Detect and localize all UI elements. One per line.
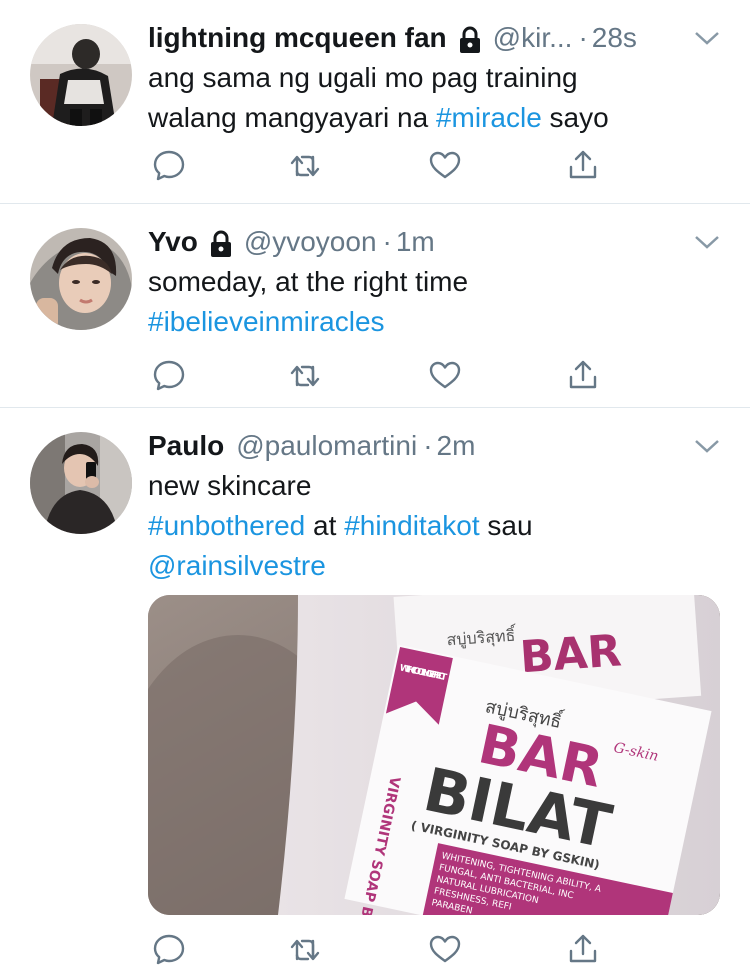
mention-link[interactable]: @rainsilvestre <box>148 550 326 581</box>
tweet-header: Paulo @paulomartini · 2m <box>148 426 720 466</box>
text-segment: sau <box>479 510 533 541</box>
reply-icon[interactable] <box>152 932 186 966</box>
text-line: @rainsilvestre <box>148 546 720 586</box>
caret-down-icon[interactable] <box>694 438 720 454</box>
timestamp[interactable]: 2m <box>437 430 476 462</box>
caret-down-icon[interactable] <box>694 234 720 250</box>
like-icon[interactable] <box>428 148 462 182</box>
retweet-icon[interactable] <box>288 358 322 392</box>
text-segment: new skincare <box>148 470 312 501</box>
share-icon[interactable] <box>566 932 600 966</box>
display-name[interactable]: Yvo <box>148 226 198 258</box>
tweet-header: lightning mcqueen fan @kir... · 28s <box>148 18 720 58</box>
action-bar <box>148 358 720 398</box>
media-image[interactable]: สบู่บริสุทธิ์ BAR WITH COOLING EFFECT สบ… <box>148 595 720 915</box>
hashtag-link[interactable]: #hinditakot <box>344 510 479 541</box>
text-segment: someday, at the right time <box>148 266 469 297</box>
text-line: #ibelieveinmiracles <box>148 302 720 342</box>
text-line: #unbothered at #hinditakot sau <box>148 506 720 546</box>
like-icon[interactable] <box>428 932 462 966</box>
separator-dot: · <box>578 22 588 53</box>
text-line: someday, at the right time <box>148 262 720 302</box>
tweet[interactable]: Paulo @paulomartini · 2m new skincare #u… <box>0 408 750 972</box>
tweet-text: someday, at the right time #ibelieveinmi… <box>148 262 720 342</box>
hashtag-link[interactable]: #unbothered <box>148 510 305 541</box>
reply-icon[interactable] <box>152 148 186 182</box>
handle[interactable]: @kir... <box>493 22 573 54</box>
share-icon[interactable] <box>566 148 600 182</box>
action-bar <box>148 932 720 972</box>
hashtag-link[interactable]: #miracle <box>436 102 542 133</box>
tweet-header: Yvo @yvoyoon · 1m <box>148 222 720 262</box>
tweet-text: ang sama ng ugali mo pag training walang… <box>148 58 720 138</box>
caret-down-icon[interactable] <box>694 30 720 46</box>
lock-icon <box>457 26 483 54</box>
share-icon[interactable] <box>566 358 600 392</box>
timestamp[interactable]: 28s <box>592 22 637 54</box>
retweet-icon[interactable] <box>288 148 322 182</box>
avatar[interactable] <box>30 228 132 330</box>
text-segment: walang mangyayari na <box>148 102 436 133</box>
text-line: walang mangyayari na #miracle sayo <box>148 98 720 138</box>
tweet-text: new skincare #unbothered at #hinditakot … <box>148 466 720 586</box>
tweet[interactable]: Yvo @yvoyoon · 1m someday, at the right … <box>0 204 750 408</box>
separator-dot: · <box>423 430 433 461</box>
retweet-icon[interactable] <box>288 932 322 966</box>
handle[interactable]: @yvoyoon <box>244 226 377 258</box>
text-line: new skincare <box>148 466 720 506</box>
text-segment: at <box>305 510 345 541</box>
timestamp[interactable]: 1m <box>396 226 435 258</box>
text-line: ang sama ng ugali mo pag training <box>148 58 720 98</box>
hashtag-link[interactable]: #ibelieveinmiracles <box>148 306 385 337</box>
like-icon[interactable] <box>428 358 462 392</box>
reply-icon[interactable] <box>152 358 186 392</box>
display-name[interactable]: Paulo <box>148 430 224 462</box>
lock-icon <box>208 230 234 258</box>
handle[interactable]: @paulomartini <box>236 430 417 462</box>
action-bar <box>148 148 720 188</box>
avatar[interactable] <box>30 24 132 126</box>
avatar[interactable] <box>30 432 132 534</box>
tweet[interactable]: lightning mcqueen fan @kir... · 28s ang … <box>0 0 750 204</box>
display-name[interactable]: lightning mcqueen fan <box>148 22 447 54</box>
text-segment: ang sama ng ugali mo pag training <box>148 62 578 93</box>
text-segment: sayo <box>541 102 609 133</box>
separator-dot: · <box>382 226 392 257</box>
